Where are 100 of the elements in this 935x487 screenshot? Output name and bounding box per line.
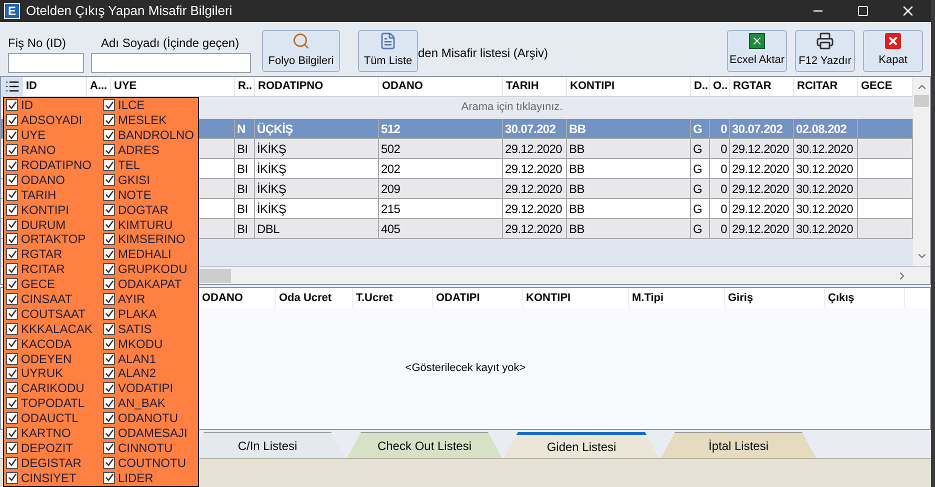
- column-option[interactable]: CINSIYET: [4, 470, 101, 486]
- checkbox[interactable]: [6, 144, 18, 156]
- checkbox[interactable]: [6, 218, 18, 231]
- column-header[interactable]: T.Ucret: [353, 290, 396, 306]
- checkbox[interactable]: [103, 308, 115, 320]
- column-option[interactable]: LIDER: [101, 470, 198, 486]
- column-option[interactable]: MEDHALI: [101, 246, 198, 262]
- column-option[interactable]: ID: [4, 98, 101, 113]
- column-option[interactable]: ODAUCTL: [4, 410, 101, 426]
- column-header[interactable]: Çıkış: [825, 290, 858, 306]
- column-option[interactable]: DURUM: [4, 217, 101, 232]
- column-option[interactable]: AN_BAK: [101, 396, 198, 411]
- column-header[interactable]: RGTAR: [730, 77, 794, 96]
- column-header[interactable]: R..: [235, 77, 255, 96]
- checkbox[interactable]: [103, 204, 115, 216]
- column-option[interactable]: KONTIPI: [4, 202, 101, 218]
- column-option[interactable]: ALAN1: [101, 351, 198, 366]
- column-option[interactable]: TOPODATL: [4, 396, 101, 411]
- checkbox[interactable]: [6, 204, 18, 216]
- checkbox[interactable]: [6, 159, 18, 171]
- checkbox[interactable]: [103, 367, 115, 380]
- column-header[interactable]: ODATIPI: [433, 290, 483, 306]
- checkbox[interactable]: [103, 278, 115, 290]
- scrollbar-thumb[interactable]: [914, 95, 929, 107]
- checkbox[interactable]: [6, 397, 18, 410]
- checkbox[interactable]: [6, 174, 18, 186]
- checkbox[interactable]: [103, 338, 115, 350]
- column-option[interactable]: RANO: [4, 142, 101, 158]
- toolbar-button[interactable]: Tüm Liste: [358, 30, 418, 72]
- column-option[interactable]: CINSAAT: [4, 292, 101, 306]
- toolbar-button[interactable]: F12 Yazdır: [795, 30, 855, 72]
- column-option[interactable]: UYRUK: [4, 366, 101, 381]
- toolbar-button[interactable]: Kapat: [863, 30, 923, 72]
- column-header[interactable]: ODANO: [199, 290, 246, 306]
- column-header[interactable]: O..: [710, 77, 730, 96]
- checkbox[interactable]: [6, 338, 18, 350]
- column-option[interactable]: KARTNO: [4, 426, 101, 440]
- input-field[interactable]: [8, 53, 84, 73]
- checkbox[interactable]: [6, 308, 18, 320]
- column-option[interactable]: DEPOZIT: [4, 440, 101, 456]
- search-row-hint[interactable]: Arama için tıklayınız.: [461, 98, 563, 116]
- toolbar-button[interactable]: Folyo Bilgileri: [262, 30, 340, 72]
- input-field[interactable]: [91, 53, 251, 73]
- checkbox[interactable]: [103, 129, 115, 142]
- column-header[interactable]: RCITAR: [794, 77, 858, 96]
- checkbox[interactable]: [6, 367, 18, 380]
- checkbox[interactable]: [103, 352, 115, 365]
- checkbox[interactable]: [6, 293, 18, 306]
- column-option[interactable]: RGTAR: [4, 246, 101, 262]
- column-option[interactable]: MKODU: [101, 336, 198, 352]
- checkbox[interactable]: [103, 456, 115, 469]
- scrollbar-thumb[interactable]: [199, 268, 231, 282]
- column-header[interactable]: Oda Ucret: [276, 290, 335, 306]
- checkbox[interactable]: [6, 352, 18, 365]
- checkbox[interactable]: [103, 233, 115, 246]
- checkbox[interactable]: [103, 99, 115, 112]
- column-header[interactable]: KONTIPI: [567, 77, 691, 96]
- checkbox[interactable]: [103, 293, 115, 306]
- checkbox[interactable]: [6, 322, 18, 335]
- column-header[interactable]: ODANO: [379, 77, 503, 96]
- checkbox[interactable]: [103, 472, 115, 484]
- column-option[interactable]: CARIKODU: [4, 380, 101, 396]
- maximize-icon[interactable]: [857, 5, 869, 17]
- toolbar-button[interactable]: Ecxel Aktar: [727, 30, 787, 72]
- checkbox[interactable]: [6, 442, 18, 454]
- column-option[interactable]: DOGTAR: [101, 202, 198, 218]
- column-header[interactable]: ID: [23, 77, 87, 96]
- tab[interactable]: Check Out Listesi: [347, 432, 502, 458]
- column-option[interactable]: COUTNOTU: [101, 455, 198, 470]
- checkbox[interactable]: [6, 114, 18, 126]
- column-header[interactable]: Giriş: [725, 290, 756, 306]
- checkbox[interactable]: [103, 322, 115, 335]
- tab[interactable]: Giden Listesi: [504, 432, 659, 458]
- checkbox[interactable]: [103, 442, 115, 454]
- checkbox[interactable]: [103, 382, 115, 394]
- column-header[interactable]: TARIH: [503, 77, 567, 96]
- column-option[interactable]: COUTSAAT: [4, 306, 101, 322]
- checkbox[interactable]: [103, 397, 115, 410]
- checkbox[interactable]: [6, 233, 18, 246]
- checkbox[interactable]: [6, 456, 18, 469]
- checkbox[interactable]: [103, 159, 115, 171]
- column-option[interactable]: GRUPKODU: [101, 262, 198, 277]
- column-option[interactable]: DEGISTAR: [4, 455, 101, 470]
- checkbox[interactable]: [6, 263, 18, 276]
- checkbox[interactable]: [103, 263, 115, 276]
- vertical-scrollbar[interactable]: [913, 77, 930, 266]
- checkbox[interactable]: [6, 412, 18, 424]
- tab[interactable]: İptal Listesi: [661, 432, 816, 458]
- column-option[interactable]: KKKALACAK: [4, 321, 101, 336]
- column-option[interactable]: ALAN2: [101, 366, 198, 381]
- checkbox[interactable]: [103, 188, 115, 201]
- column-header[interactable]: UYE: [111, 77, 235, 96]
- checkbox[interactable]: [103, 248, 115, 260]
- column-chooser-icon[interactable]: [4, 79, 20, 94]
- column-option[interactable]: AYIR: [101, 292, 198, 306]
- column-header[interactable]: D..: [691, 77, 710, 96]
- column-option[interactable]: VODATIPI: [101, 380, 198, 396]
- checkbox[interactable]: [6, 129, 18, 142]
- column-option[interactable]: TEL: [101, 158, 198, 172]
- checkbox[interactable]: [6, 278, 18, 290]
